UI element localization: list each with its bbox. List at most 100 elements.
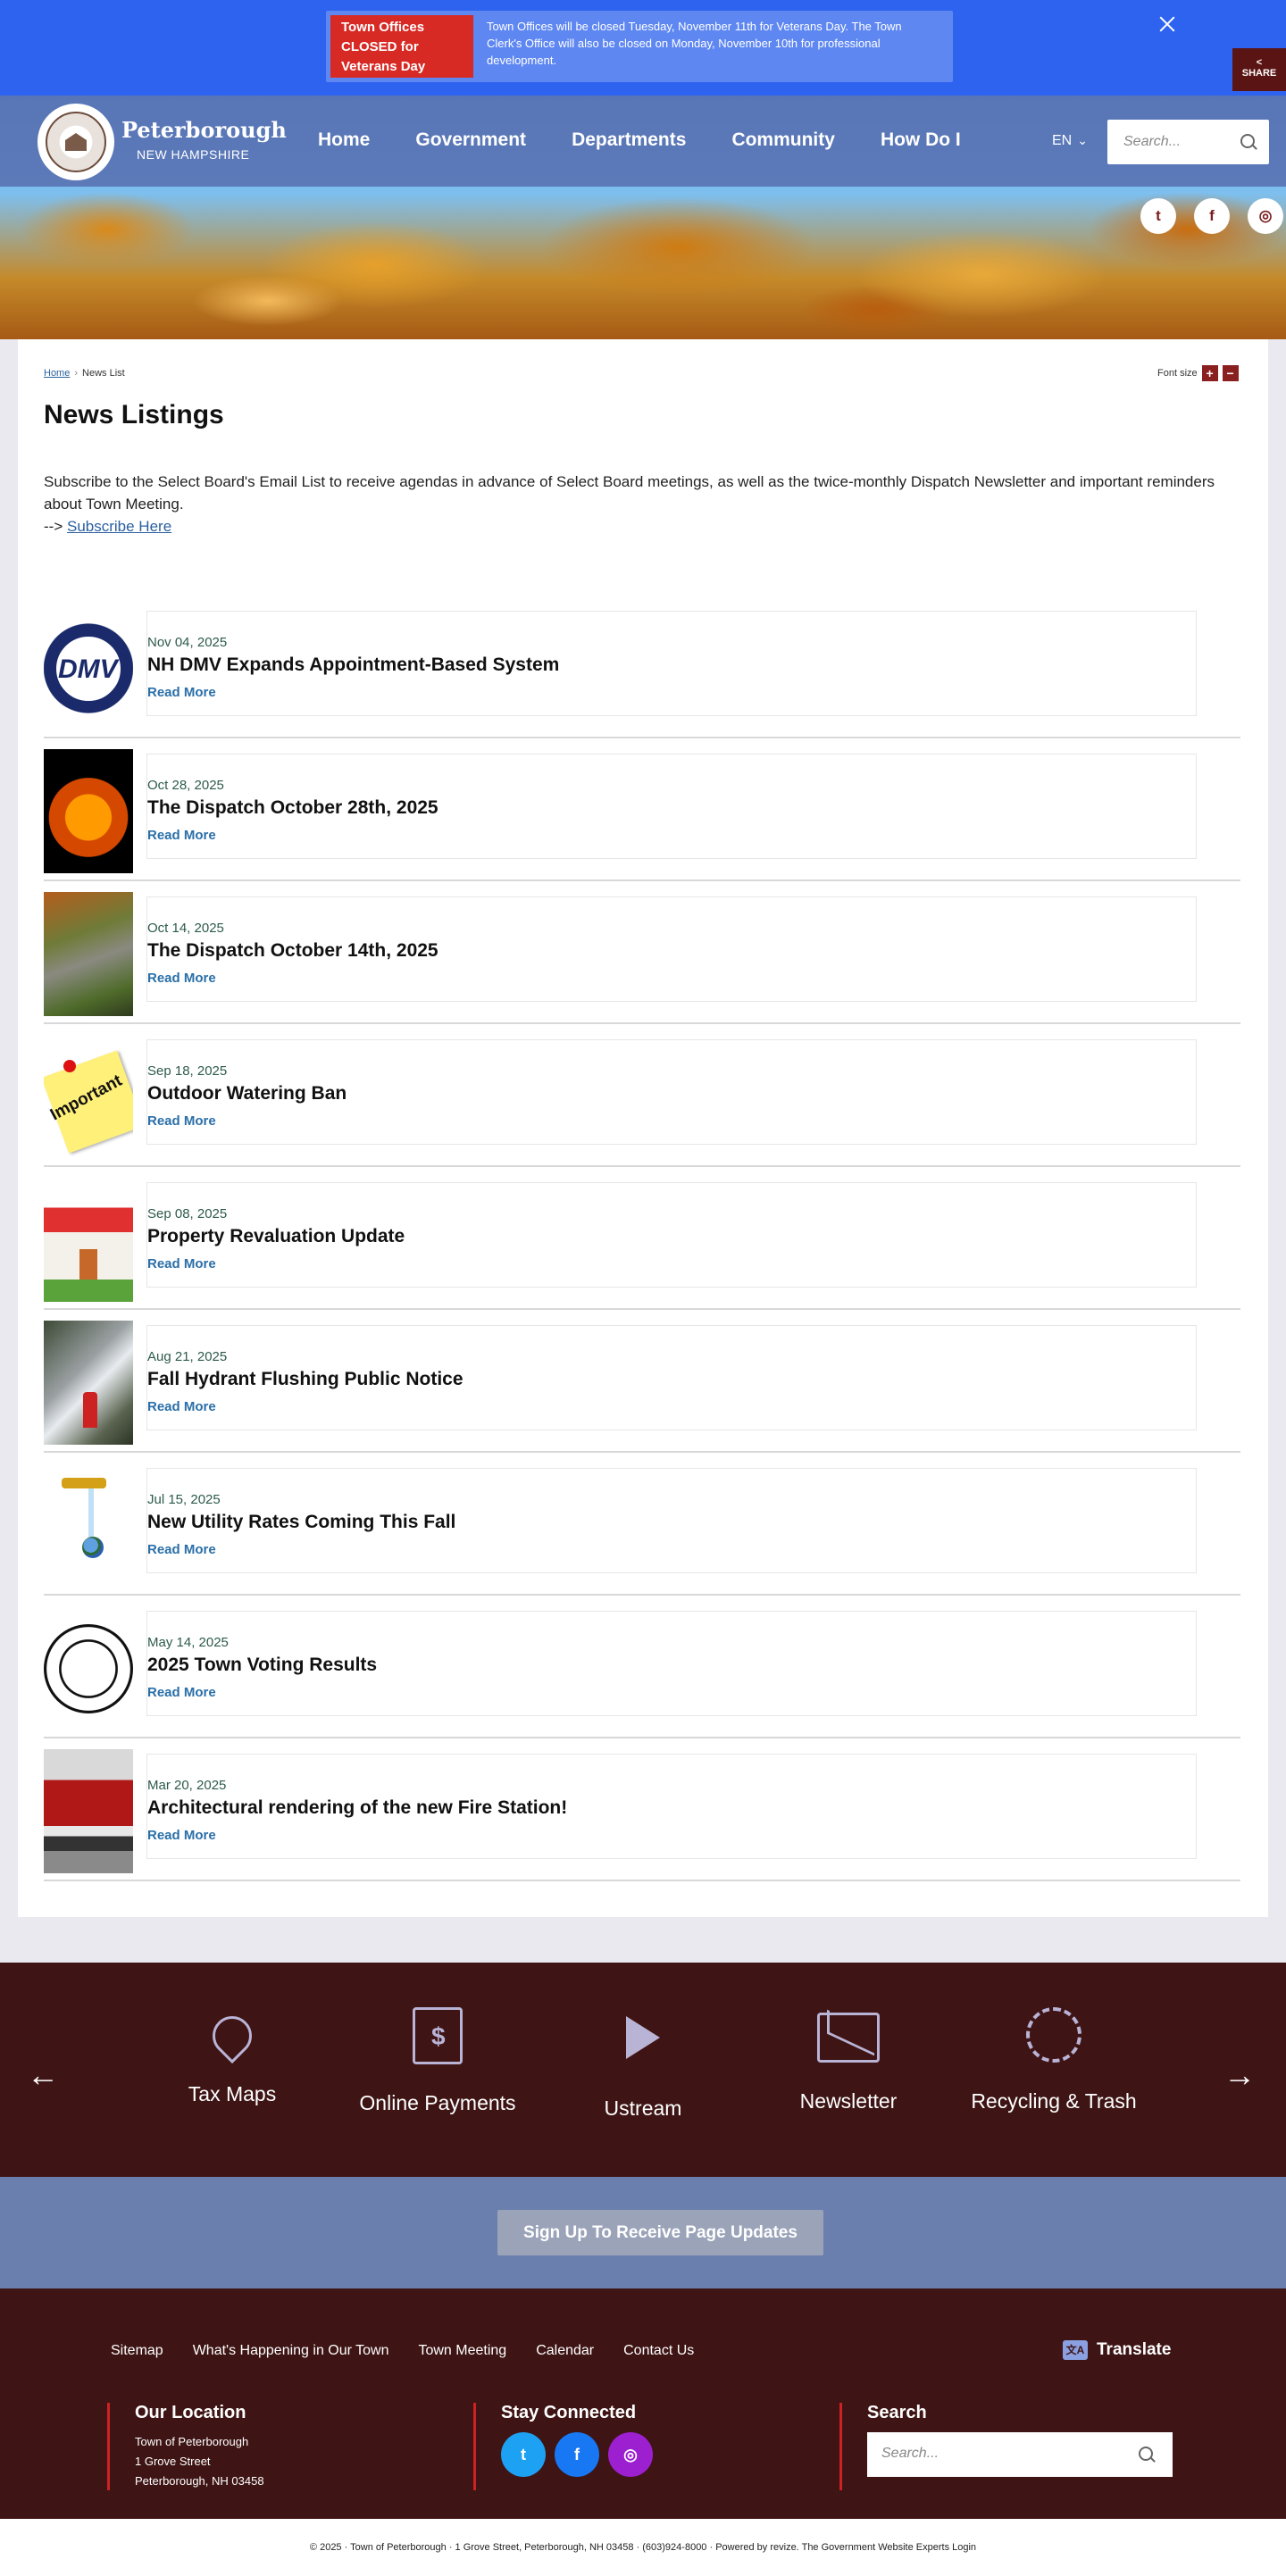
alert-bar: Town Offices CLOSED for Veterans Day Tow… xyxy=(0,0,1286,96)
news-card-body: Sep 08, 2025 Property Revaluation Update… xyxy=(147,1183,1196,1287)
read-more-link[interactable]: Read More xyxy=(147,685,216,700)
nav-departments[interactable]: Departments xyxy=(572,129,686,151)
read-more-link[interactable]: Read More xyxy=(147,1399,216,1414)
list-item[interactable]: Sep 08, 2025 Property Revaluation Update… xyxy=(44,1167,1240,1310)
news-card-body: Aug 21, 2025 Fall Hydrant Flushing Publi… xyxy=(147,1326,1196,1430)
instagram-icon[interactable]: ◎ xyxy=(608,2432,653,2477)
instagram-icon[interactable]: ◎ xyxy=(1248,198,1283,234)
faucet-icon xyxy=(62,1478,106,1488)
news-card-body: Jul 15, 2025 New Utility Rates Coming Th… xyxy=(147,1469,1196,1572)
quicklink-online-payments[interactable]: Online Payments xyxy=(339,2007,536,2115)
intro-paragraph: Subscribe to the Select Board's Email Li… xyxy=(44,473,1215,513)
fire-truck-thumbnail[interactable] xyxy=(44,1749,133,1873)
social-links: t f ◎ xyxy=(1140,198,1283,234)
facebook-icon[interactable]: f xyxy=(555,2432,599,2477)
breadcrumb: Home › News List xyxy=(44,368,125,379)
footer-link-sitemap[interactable]: Sitemap xyxy=(111,2343,163,2359)
faucet-thumbnail[interactable] xyxy=(44,1463,133,1588)
hydrant-thumbnail[interactable] xyxy=(44,1321,133,1445)
read-more-link[interactable]: Read More xyxy=(147,1828,216,1843)
list-item[interactable]: DMV Nov 04, 2025 NH DMV Expands Appointm… xyxy=(44,596,1240,738)
search-icon[interactable] xyxy=(1139,2447,1153,2461)
quicklink-recycling[interactable]: Recycling & Trash xyxy=(956,2007,1152,2113)
news-title[interactable]: Architectural rendering of the new Fire … xyxy=(147,1797,567,1819)
search-placeholder: Search... xyxy=(1123,134,1182,149)
news-title[interactable]: The Dispatch October 14th, 2025 xyxy=(147,940,438,962)
list-item[interactable]: Jul 15, 2025 New Utility Rates Coming Th… xyxy=(44,1453,1240,1596)
search-input[interactable]: Search... xyxy=(1107,120,1269,164)
nav-home[interactable]: Home xyxy=(318,129,370,151)
connected-title: Stay Connected xyxy=(501,2403,637,2422)
list-item[interactable]: Oct 14, 2025 The Dispatch October 14th, … xyxy=(44,881,1240,1024)
share-icon: < xyxy=(1256,57,1263,68)
news-title[interactable]: NH DMV Expands Appointment-Based System xyxy=(147,654,559,676)
share-button[interactable]: < SHARE xyxy=(1232,48,1286,91)
site-name[interactable]: Peterborough xyxy=(121,117,287,143)
nav-how-do-i[interactable]: How Do I xyxy=(881,129,961,151)
town-seal-logo[interactable] xyxy=(38,104,114,180)
twitter-icon[interactable]: t xyxy=(1140,198,1176,234)
language-selector[interactable]: EN xyxy=(1052,133,1088,149)
nav-government[interactable]: Government xyxy=(415,129,526,151)
town-seal-thumbnail[interactable] xyxy=(44,1606,133,1730)
map-pin-icon xyxy=(204,2007,261,2064)
list-item[interactable]: Mar 20, 2025 Architectural rendering of … xyxy=(44,1738,1240,1881)
news-title[interactable]: New Utility Rates Coming This Fall xyxy=(147,1512,455,1533)
news-title[interactable]: Outdoor Watering Ban xyxy=(147,1083,347,1105)
chevron-right-icon: › xyxy=(74,368,79,379)
footer-location: Our Location Town of Peterborough 1 Grov… xyxy=(107,2403,264,2490)
important-note-thumbnail[interactable]: Important xyxy=(44,1035,133,1159)
footer-link-contact[interactable]: Contact Us xyxy=(623,2343,694,2359)
footer-connected: Stay Connected t f ◎ xyxy=(473,2403,653,2490)
facebook-icon[interactable]: f xyxy=(1194,198,1230,234)
nav-community[interactable]: Community xyxy=(731,129,835,151)
search-icon[interactable] xyxy=(1240,134,1255,148)
list-item[interactable]: May 14, 2025 2025 Town Voting Results Re… xyxy=(44,1596,1240,1738)
pin-icon xyxy=(63,1060,76,1072)
main-content: Home › News List Font size + − News Listin… xyxy=(18,339,1268,1917)
increase-font-button[interactable]: + xyxy=(1201,365,1218,381)
news-title[interactable]: The Dispatch October 28th, 2025 xyxy=(147,797,438,819)
read-more-link[interactable]: Read More xyxy=(147,1542,216,1557)
alert-box[interactable]: Town Offices CLOSED for Veterans Day Tow… xyxy=(326,11,953,82)
footer-link-town-meeting[interactable]: Town Meeting xyxy=(418,2343,506,2359)
list-item[interactable]: Aug 21, 2025 Fall Hydrant Flushing Publi… xyxy=(44,1310,1240,1453)
arrow-right-icon[interactable]: → xyxy=(1223,2056,1256,2094)
subscribe-link[interactable]: Subscribe Here xyxy=(67,518,171,535)
news-title[interactable]: 2025 Town Voting Results xyxy=(147,1655,377,1676)
twitter-icon[interactable]: t xyxy=(501,2432,546,2477)
intro-prefix: --> xyxy=(44,518,63,535)
decrease-font-button[interactable]: − xyxy=(1222,365,1239,381)
footer-search-input[interactable]: Search... xyxy=(867,2432,1173,2477)
quicklink-tax-maps[interactable]: Tax Maps xyxy=(134,2007,330,2106)
close-icon[interactable] xyxy=(1157,14,1177,34)
news-title[interactable]: Fall Hydrant Flushing Public Notice xyxy=(147,1369,463,1390)
footer-link-whats-happening[interactable]: What's Happening in Our Town xyxy=(193,2343,389,2359)
list-item[interactable]: Oct 28, 2025 The Dispatch October 28th, … xyxy=(44,738,1240,881)
read-more-link[interactable]: Read More xyxy=(147,828,216,843)
share-label: SHARE xyxy=(1241,68,1277,79)
quicklink-ustream[interactable]: Ustream xyxy=(545,2007,741,2121)
signup-button[interactable]: Sign Up To Receive Page Updates xyxy=(497,2210,823,2255)
invoice-icon xyxy=(413,2007,463,2064)
footer-link-calendar[interactable]: Calendar xyxy=(536,2343,594,2359)
dmv-logo-thumbnail[interactable]: DMV xyxy=(44,606,133,730)
globe-icon xyxy=(82,1537,104,1558)
town-aerial-thumbnail[interactable] xyxy=(44,892,133,1016)
read-more-link[interactable]: Read More xyxy=(147,1113,216,1129)
hero-banner: Peterborough NEW HAMPSHIRE Home Governme… xyxy=(0,96,1286,339)
pumpkin-thumbnail[interactable] xyxy=(44,749,133,873)
breadcrumb-home[interactable]: Home xyxy=(44,368,70,379)
search-title: Search xyxy=(867,2403,927,2422)
read-more-link[interactable]: Read More xyxy=(147,1256,216,1271)
translate-button[interactable]: 文A Translate xyxy=(1063,2340,1171,2360)
seal-icon xyxy=(44,1624,133,1713)
quicklink-newsletter[interactable]: Newsletter xyxy=(750,2007,947,2113)
news-title[interactable]: Property Revaluation Update xyxy=(147,1226,405,1247)
read-more-link[interactable]: Read More xyxy=(147,971,216,986)
house-thumbnail[interactable] xyxy=(44,1178,133,1302)
read-more-link[interactable]: Read More xyxy=(147,1685,216,1700)
list-item[interactable]: Important Sep 18, 2025 Outdoor Watering … xyxy=(44,1024,1240,1167)
arrow-left-icon[interactable]: ← xyxy=(27,2056,59,2094)
news-card-body: May 14, 2025 2025 Town Voting Results Re… xyxy=(147,1612,1196,1715)
